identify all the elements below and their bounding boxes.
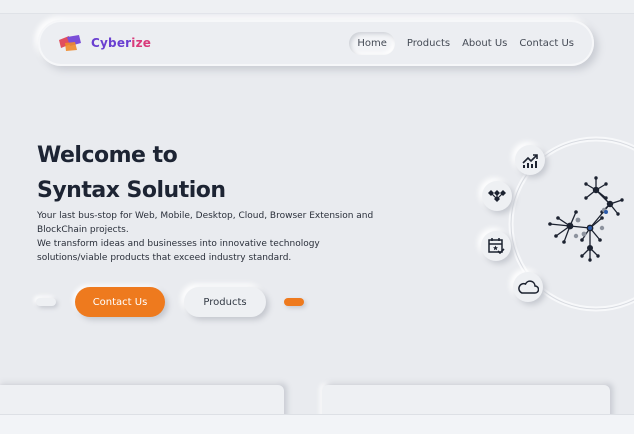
bottom-strip [0,414,634,434]
hero-title: Welcome to Syntax Solution [37,138,226,208]
hero-title-line1: Welcome to [37,143,178,168]
nodes-icon-bubble[interactable] [482,181,512,211]
cloud-icon [518,280,539,294]
nav-menu: Home Products About Us Contact Us [349,32,580,55]
calendar-check-icon-bubble[interactable] [481,231,511,261]
brand-name-part1: Cyber [91,36,132,50]
window-top-strip [0,0,634,14]
nav-item-home[interactable]: Home [349,32,395,55]
nav-item-products[interactable]: Products [401,32,456,55]
cyberize-logo-icon[interactable] [57,34,83,52]
calendar-check-icon [488,238,505,255]
hero-description: Your last bus-stop for Web, Mobile, Desk… [37,209,382,265]
trending-up-icon [522,154,538,168]
brand-name[interactable]: Cyberize [91,36,151,50]
orbit-graphic [508,136,634,312]
navbar: Cyberize Home Products About Us Contact … [38,20,594,66]
contact-us-button[interactable]: Contact Us [75,287,165,317]
hero-title-line2: Syntax Solution [37,178,226,203]
network-cluster-icon [548,176,624,262]
carousel-dot-right[interactable] [284,298,304,306]
nav-item-contact-us[interactable]: Contact Us [513,32,580,55]
carousel-dot-left[interactable] [36,298,56,306]
products-button[interactable]: Products [184,287,266,317]
hero-description-line2: We transform ideas and businesses into i… [37,239,320,263]
brand-name-part2: ize [131,36,152,50]
cloud-icon-bubble[interactable] [513,272,543,302]
hero-description-line1: Your last bus-stop for Web, Mobile, Desk… [37,211,374,235]
trending-up-icon-bubble[interactable] [515,145,545,175]
nodes-icon [488,190,506,202]
nav-item-about-us[interactable]: About Us [456,32,513,55]
